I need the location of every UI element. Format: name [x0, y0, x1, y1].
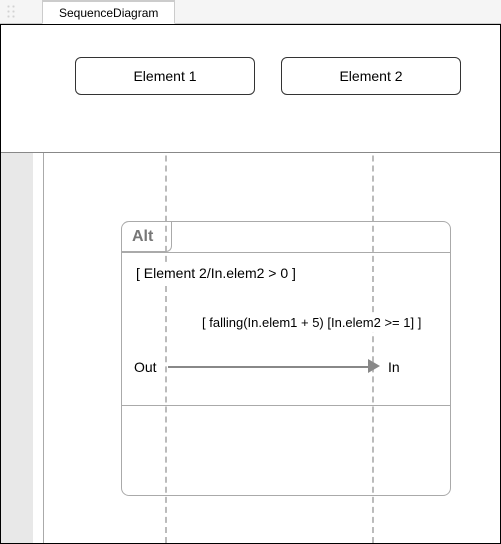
lifeline-box-elem2[interactable]: Element 2 — [281, 57, 461, 95]
message-from-port: Out — [132, 359, 159, 375]
message-arrow-head-icon — [368, 359, 380, 373]
operand-1[interactable]: [ Element 2/In.elem2 > 0 ] [ falling(In.… — [122, 252, 450, 406]
operator-label: Alt — [128, 226, 157, 248]
message-arrow-line[interactable] — [168, 366, 374, 368]
message-to-port: In — [386, 359, 402, 375]
tab-bar: SequenceDiagram — [0, 0, 501, 24]
left-rule — [43, 153, 44, 543]
message-label[interactable]: [ falling(In.elem1 + 5) [In.elem2 >= 1] … — [198, 313, 425, 332]
combined-fragment-alt[interactable]: Alt [ Element 2/In.elem2 > 0 ] [ falling… — [121, 221, 451, 496]
lifeline-header-strip: Element 1 Element 2 — [1, 25, 500, 153]
diagram-canvas[interactable]: Element 1 Element 2 Alt [ Element 2/In.e… — [0, 24, 501, 544]
tab-sequence-diagram[interactable]: SequenceDiagram — [42, 0, 175, 24]
grip-icon — [6, 4, 16, 18]
operand-1-guard[interactable]: [ Element 2/In.elem2 > 0 ] — [132, 263, 300, 283]
lifeline-box-elem1[interactable]: Element 1 — [75, 57, 255, 95]
left-gutter — [1, 153, 33, 543]
